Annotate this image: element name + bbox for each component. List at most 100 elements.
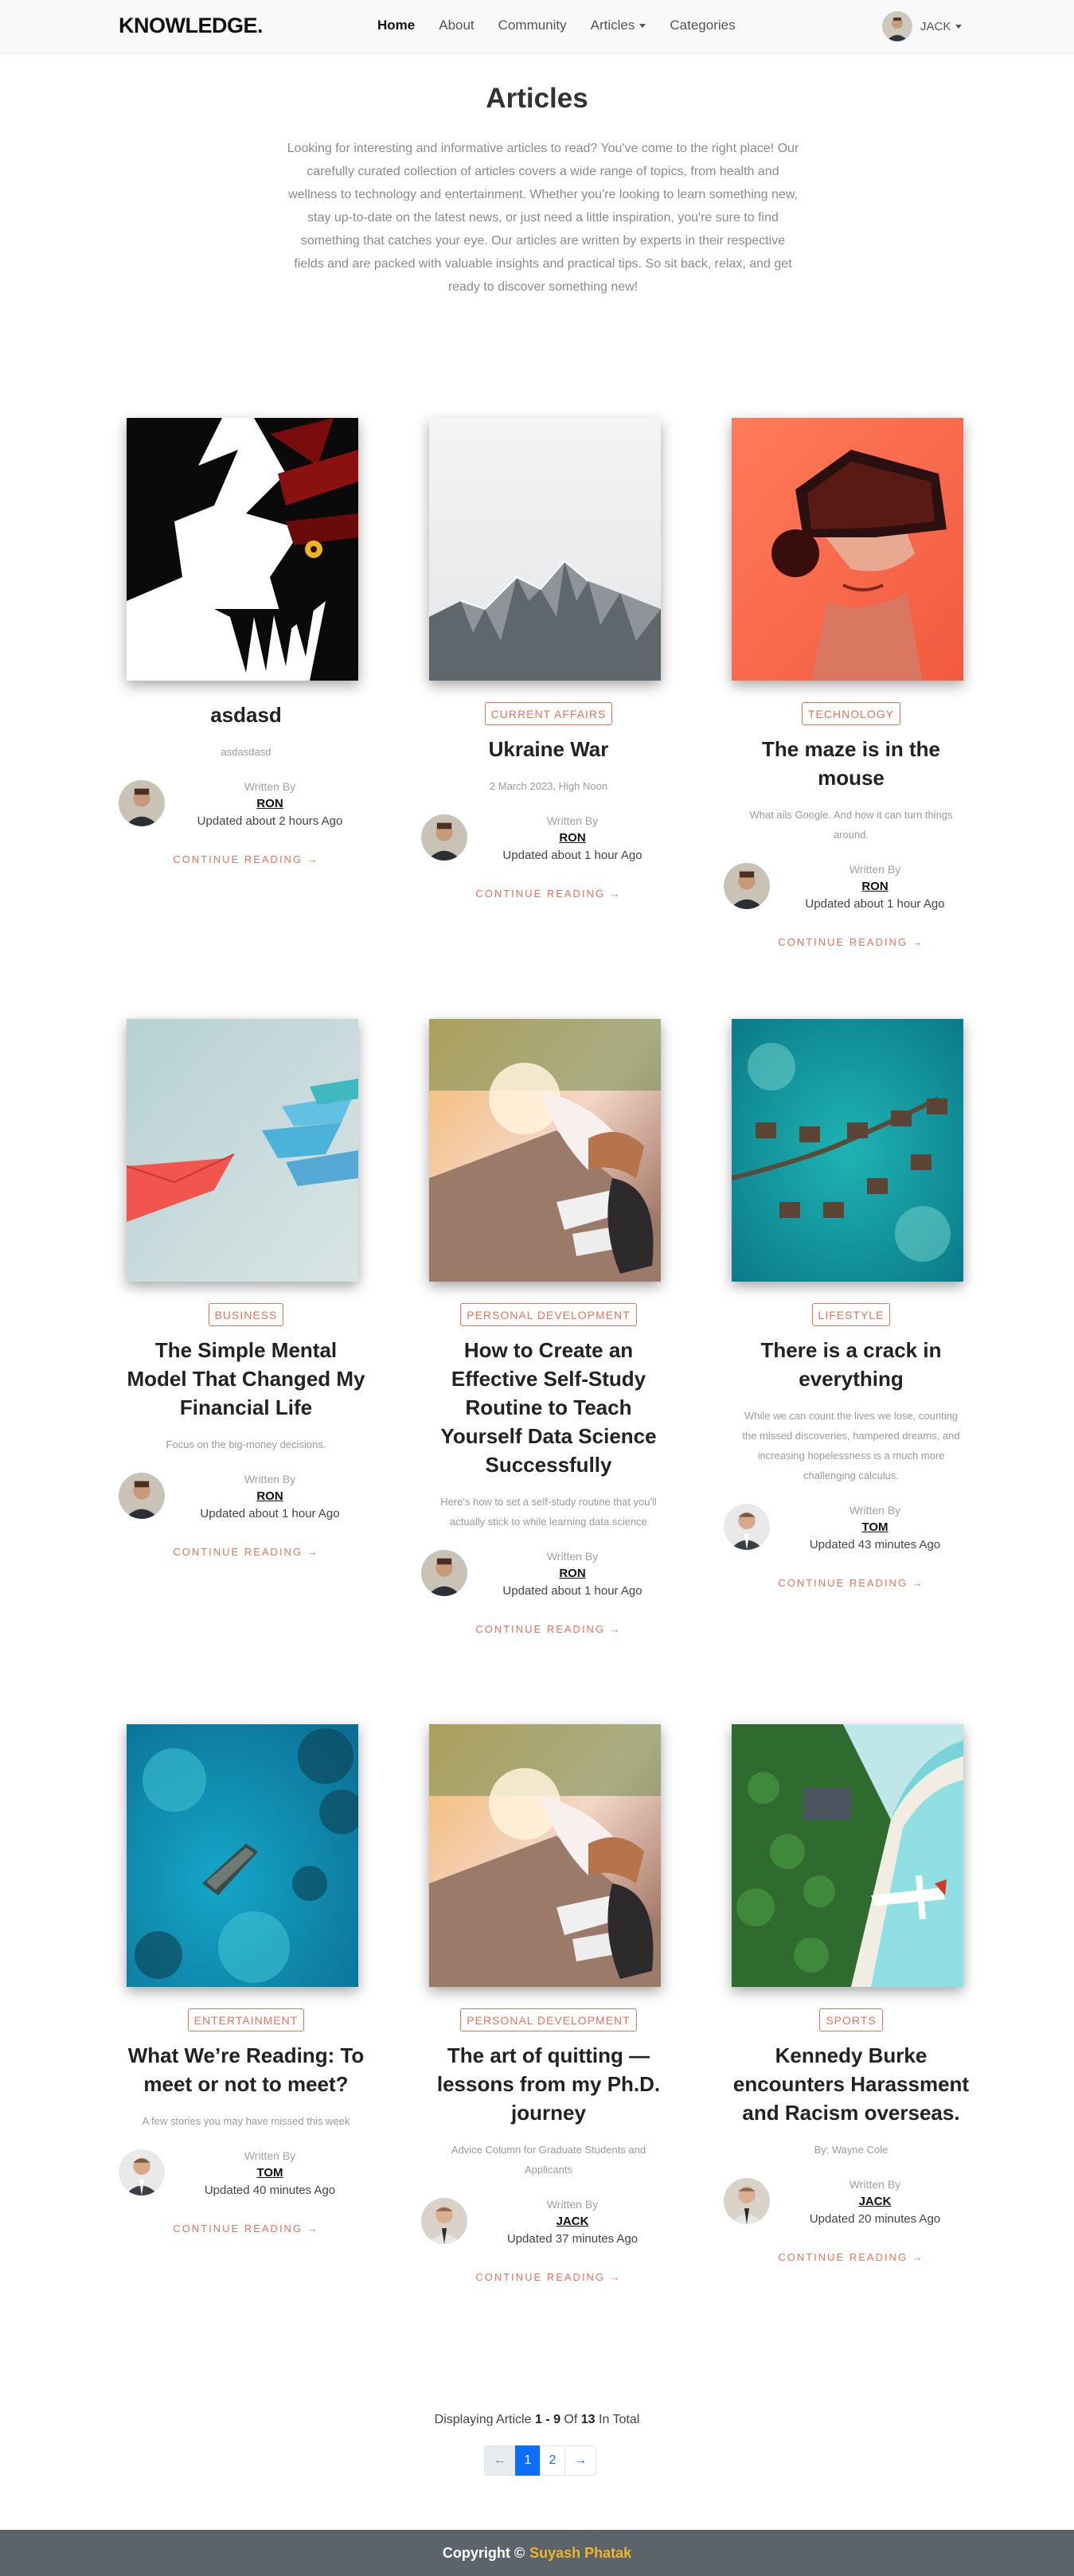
- nav-articles-label: Articles: [590, 18, 635, 33]
- author-avatar: [421, 814, 467, 861]
- author-info: Written By TOM Updated 43 minutes Ago: [771, 1501, 978, 1554]
- continue-reading-link[interactable]: CONTINUE READING →: [119, 2223, 373, 2234]
- category-tag[interactable]: BUSINESS: [208, 1303, 284, 1326]
- article-title[interactable]: Kennedy Burke encounters Harassment and …: [724, 2041, 978, 2127]
- continue-reading-link[interactable]: CONTINUE READING →: [421, 888, 676, 900]
- chevron-down-icon: [639, 24, 646, 29]
- category-tag[interactable]: PERSONAL DEVELOPMENT: [460, 2008, 637, 2032]
- author-info: Written By RON Updated about 1 hour Ago: [469, 812, 676, 865]
- author-link[interactable]: JACK: [469, 2213, 676, 2231]
- article-title[interactable]: What We’re Reading: To meet or not to me…: [119, 2041, 373, 2098]
- article-subtitle: A few stories you may have missed this w…: [142, 2115, 350, 2127]
- footer: Copyright © Suyash Phatak: [0, 2530, 1074, 2576]
- author-avatar: [119, 1473, 165, 1519]
- category-tag[interactable]: CURRENT AFFAIRS: [484, 702, 613, 725]
- author-link[interactable]: JACK: [771, 2193, 978, 2211]
- continue-reading-link[interactable]: CONTINUE READING →: [119, 1546, 373, 1558]
- shipwreck-image[interactable]: [127, 1724, 358, 1987]
- article-byline: Written By RON Updated about 1 hour Ago: [421, 812, 676, 862]
- article-title[interactable]: asdasd: [119, 701, 373, 729]
- author-avatar: [724, 863, 770, 909]
- page-2-button[interactable]: 2: [540, 2445, 565, 2476]
- author-link[interactable]: TOM: [771, 1519, 978, 1536]
- author-avatar: [421, 2198, 467, 2244]
- updated-time: Updated about 2 hours Ago: [197, 814, 343, 828]
- category-tag[interactable]: ENTERTAINMENT: [187, 2008, 305, 2032]
- sitting-person-image[interactable]: [429, 1019, 661, 1282]
- article-byline: Written By JACK Updated 20 minutes Ago: [724, 2176, 978, 2228]
- article-subtitle: 2 March 2023, High Noon: [489, 780, 608, 792]
- author-info: Written By RON Updated about 2 hours Ago: [166, 778, 373, 830]
- continue-reading-link[interactable]: CONTINUE READING →: [421, 2271, 676, 2283]
- article-title[interactable]: There is a crack in everything: [724, 1336, 978, 1393]
- author-avatar: [724, 1504, 770, 1550]
- water-villas-image[interactable]: [732, 1019, 963, 1282]
- user-menu[interactable]: JACK: [882, 11, 963, 41]
- article-byline: Written By TOM Updated 43 minutes Ago: [724, 1501, 978, 1551]
- article-title[interactable]: The maze is in the mouse: [724, 735, 978, 792]
- article-subtitle: By: Wayne Cole: [814, 2144, 888, 2156]
- author-info: Written By RON Updated about 1 hour Ago: [771, 861, 978, 913]
- updated-time: Updated about 1 hour Ago: [805, 897, 945, 911]
- author-link[interactable]: RON: [166, 1488, 373, 1505]
- continue-reading-link[interactable]: CONTINUE READING →: [421, 1623, 676, 1635]
- nav-home-link[interactable]: Home: [377, 18, 415, 33]
- author-link[interactable]: RON: [469, 1565, 676, 1583]
- article-title[interactable]: Ukraine War: [421, 735, 676, 763]
- article-subtitle: While we can count the lives we lose, co…: [742, 1410, 960, 1481]
- sitting-person-image[interactable]: [429, 1724, 661, 1987]
- page-1-button[interactable]: 1: [515, 2445, 541, 2476]
- prev-page-button[interactable]: ←: [484, 2445, 516, 2476]
- continue-reading-link[interactable]: CONTINUE READING →: [119, 853, 373, 865]
- article-byline: Written By RON Updated about 1 hour Ago: [724, 861, 978, 913]
- author-link[interactable]: RON: [469, 829, 676, 847]
- author-link[interactable]: RON: [771, 878, 978, 896]
- written-by-label: Written By: [244, 780, 296, 793]
- author-avatar: [119, 2149, 165, 2195]
- page-title: Articles: [486, 83, 588, 114]
- category-tag[interactable]: PERSONAL DEVELOPMENT: [460, 1303, 637, 1326]
- article-byline: Written By RON Updated about 1 hour Ago: [119, 1470, 373, 1520]
- continue-reading-link[interactable]: CONTINUE READING →: [724, 1577, 978, 1589]
- category-tag[interactable]: TECHNOLOGY: [801, 702, 900, 725]
- article-byline: Written By JACK Updated 37 minutes Ago: [421, 2195, 676, 2246]
- article-count: Displaying Article 1 - 9 Of 13 In Total: [0, 2413, 1074, 2427]
- written-by-label: Written By: [849, 2178, 901, 2191]
- article-byline: Written By RON Updated about 1 hour Ago: [421, 1548, 676, 1600]
- article-title[interactable]: The Simple Mental Model That Changed My …: [119, 1336, 373, 1422]
- next-page-button[interactable]: →: [564, 2445, 596, 2476]
- intro-text: Looking for interesting and informative …: [287, 142, 799, 294]
- category-tag[interactable]: LIFESTYLE: [811, 1303, 891, 1326]
- article-title[interactable]: The art of quitting — lessons from my Ph…: [421, 2041, 676, 2127]
- continue-reading-link[interactable]: CONTINUE READING →: [724, 2251, 978, 2263]
- snowy-mountain-image[interactable]: [429, 418, 661, 681]
- written-by-label: Written By: [546, 1550, 599, 1563]
- author-info: Written By JACK Updated 20 minutes Ago: [771, 2176, 978, 2228]
- nav-categories-link[interactable]: Categories: [670, 18, 735, 33]
- updated-time: Updated 37 minutes Ago: [506, 2232, 639, 2246]
- article-byline: Written By TOM Updated 40 minutes Ago: [119, 2147, 373, 2197]
- anime-mask-image[interactable]: [127, 418, 358, 681]
- nav-about-link[interactable]: About: [439, 18, 474, 33]
- written-by-label: Written By: [244, 1473, 296, 1485]
- author-link[interactable]: TOM: [166, 2164, 373, 2182]
- nav-articles-dropdown[interactable]: Articles: [591, 18, 646, 33]
- author-avatar: [421, 1550, 467, 1596]
- author-info: Written By RON Updated about 1 hour Ago: [469, 1548, 676, 1600]
- nav-community-link[interactable]: Community: [498, 18, 567, 33]
- continue-reading-link[interactable]: CONTINUE READING →: [724, 936, 978, 948]
- vr-headset-image[interactable]: [732, 418, 963, 681]
- written-by-label: Written By: [546, 814, 599, 827]
- author-credit-link[interactable]: Suyash Phatak: [529, 2545, 631, 2562]
- user-name: JACK: [920, 19, 951, 33]
- author-link[interactable]: RON: [166, 795, 373, 813]
- paper-boats-image[interactable]: [127, 1019, 358, 1282]
- updated-time: Updated about 1 hour Ago: [502, 849, 642, 862]
- updated-time: Updated 40 minutes Ago: [204, 2184, 336, 2197]
- island-seaplane-image[interactable]: [732, 1724, 963, 1987]
- category-tag[interactable]: SPORTS: [819, 2008, 883, 2032]
- brand-logo[interactable]: KNOWLEDGE.: [119, 14, 264, 38]
- article-subtitle: Advice Column for Graduate Students and …: [451, 2144, 646, 2176]
- article-title[interactable]: How to Create an Effective Self-Study Ro…: [421, 1336, 676, 1479]
- updated-time: Updated 20 minutes Ago: [809, 2212, 941, 2226]
